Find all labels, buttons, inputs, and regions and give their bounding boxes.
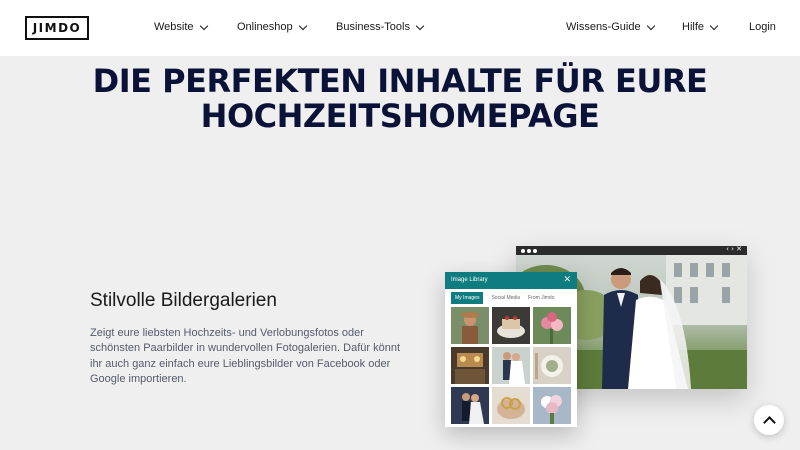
image-library-panel: Image Library ✕ My Images Social Media F… [445,272,577,427]
nav-website[interactable]: Website [154,21,208,33]
nav-hilfe-label: Hilfe [682,21,705,33]
thumbnail-rings[interactable] [492,387,530,424]
thumbnail-bouquet[interactable] [533,387,571,424]
nav-website-label: Website [154,21,194,33]
thumbnail-flowers[interactable] [533,307,571,344]
browser-toolbar: ‹ › ✕ [516,245,747,255]
login-label: Login [749,21,776,33]
headline-line-1: DIE PERFEKTEN INHALTE FÜR EURE [92,62,708,100]
nav-business-tools-label: Business-Tools [336,21,410,33]
nav-onlineshop[interactable]: Onlineshop [237,21,307,33]
panel-header: Image Library ✕ [445,272,577,289]
chevron-down-icon [199,21,208,30]
login-link[interactable]: Login [749,21,776,33]
nav-business-tools[interactable]: Business-Tools [336,21,425,33]
top-navigation: JIMDO Website Onlineshop Business-Tools … [0,0,800,56]
thumbnail-table-setting[interactable] [533,347,571,384]
nav-onlineshop-label: Onlineshop [237,21,293,33]
thumbnail-cake[interactable] [492,307,530,344]
window-dot-icon [521,248,525,253]
window-dot-icon [527,248,531,253]
tab-social-media[interactable]: Social Media [491,295,520,301]
thumbnail-couple-walk[interactable] [492,347,530,384]
browser-controls: ‹ › ✕ [726,245,742,253]
nav-hilfe[interactable]: Hilfe [682,21,719,33]
chevron-up-icon [762,416,776,429]
headline-line-2: HOCHZEITSHOMEPAGE [200,97,600,135]
close-icon[interactable]: ✕ [563,275,571,285]
nav-wissens-guide[interactable]: Wissens-Guide [566,21,655,33]
nav-wissens-guide-label: Wissens-Guide [566,21,641,33]
thumbnail-dance[interactable] [451,387,489,424]
panel-title: Image Library [451,277,488,283]
thumbnail-venue[interactable] [451,347,489,384]
panel-tabs: My Images Social Media From Jimdo [451,292,555,304]
scroll-to-top-button[interactable] [754,405,784,435]
image-grid [451,307,571,424]
thumbnail-couple-portrait[interactable] [451,307,489,344]
window-dot-icon [533,248,537,253]
chevron-down-icon [646,21,655,30]
tab-my-images[interactable]: My Images [451,292,484,304]
jimdo-logo[interactable]: JIMDO [25,16,89,40]
chevron-down-icon [298,21,307,30]
chevron-down-icon [415,21,425,30]
feature-title: Stilvolle Bildergalerien [90,290,277,311]
chevron-down-icon [709,21,719,30]
feature-description: Zeigt eure liebsten Hochzeits- und Verlo… [90,327,401,385]
page-headline: DIE PERFEKTEN INHALTE FÜR EURE HOCHZEITS… [0,64,800,134]
tab-from-jimdo[interactable]: From Jimdo [528,295,554,301]
